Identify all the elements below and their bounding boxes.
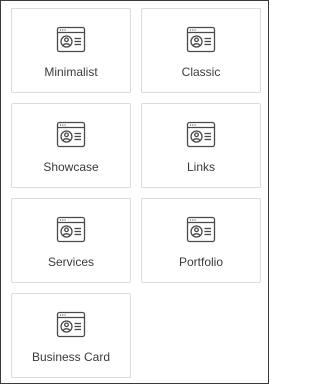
- profile-card-icon: [56, 216, 86, 243]
- template-card-showcase[interactable]: Showcase: [11, 103, 131, 188]
- profile-card-icon: [56, 311, 86, 338]
- profile-card-icon: [56, 26, 86, 53]
- template-card-portfolio[interactable]: Portfolio: [141, 198, 261, 283]
- profile-card-icon: [56, 121, 86, 148]
- template-card-label: Links: [186, 160, 215, 174]
- template-card-label: Classic: [181, 65, 221, 79]
- profile-card-icon: [186, 26, 216, 53]
- template-card-business-card[interactable]: Business Card: [11, 293, 131, 378]
- profile-card-icon: [186, 121, 216, 148]
- template-card-label: Business Card: [31, 350, 111, 364]
- template-card-label: Minimalist: [44, 65, 98, 79]
- template-card-services[interactable]: Services: [11, 198, 131, 283]
- template-card-label: Services: [47, 255, 94, 269]
- template-grid: Minimalist Classic Showcase Links Servic…: [11, 8, 261, 378]
- template-card-label: Showcase: [43, 160, 99, 174]
- template-card-label: Portfolio: [178, 255, 224, 269]
- template-card-minimalist[interactable]: Minimalist: [11, 8, 131, 93]
- template-card-classic[interactable]: Classic: [141, 8, 261, 93]
- template-picker: Minimalist Classic Showcase Links Servic…: [0, 0, 269, 384]
- profile-card-icon: [186, 216, 216, 243]
- template-card-links[interactable]: Links: [141, 103, 261, 188]
